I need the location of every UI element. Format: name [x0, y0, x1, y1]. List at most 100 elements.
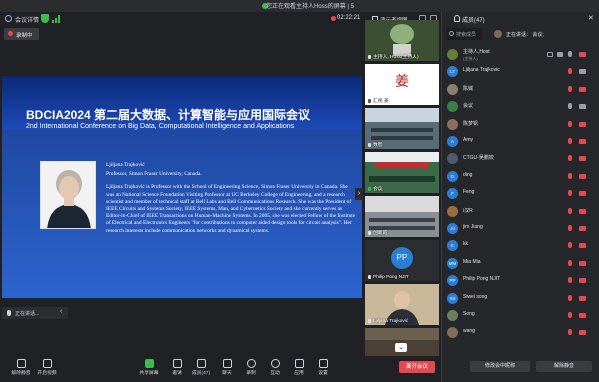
video-tile[interactable]: 主持人, Hoss(主持人) — [365, 20, 439, 61]
search-icon — [449, 31, 454, 36]
participant-row[interactable]: 主持人,Host (主持人) — [446, 48, 598, 62]
rename-button[interactable]: 修改会中昵称 — [470, 361, 530, 372]
participant-row[interactable]: i汉R — [446, 205, 598, 219]
camera-off-icon[interactable] — [579, 86, 586, 92]
participant-row[interactable]: SS Siwei song — [446, 292, 598, 306]
microphone-muted-icon[interactable] — [568, 277, 572, 284]
toolbar-button-2[interactable]: 共享屏幕 — [136, 358, 162, 380]
avatar — [447, 49, 458, 60]
camera-off-icon[interactable] — [579, 295, 586, 301]
microphone-muted-icon[interactable] — [568, 138, 572, 144]
camera-off-icon[interactable] — [579, 243, 586, 249]
more-options-icon[interactable] — [557, 52, 563, 57]
toolbar-button-8[interactable]: 应用 — [286, 358, 312, 380]
camera-off-icon — [42, 359, 52, 368]
leave-meeting-button[interactable]: 离开会议 — [399, 361, 435, 373]
toolbar-button-label: 共享屏幕 — [139, 371, 159, 376]
unmute-all-button[interactable]: 解除静音 — [536, 361, 592, 372]
microphone-muted-icon[interactable] — [568, 68, 572, 75]
microphone-muted-icon[interactable] — [568, 259, 572, 266]
participant-name: Philip Pong NJIT — [463, 276, 501, 283]
video-tile[interactable]: 创新的 — [365, 196, 439, 237]
avatar — [447, 118, 458, 130]
video-tile-active-speaker[interactable]: 会议 — [365, 152, 439, 193]
camera-off-icon[interactable] — [579, 191, 586, 197]
participant-row[interactable]: 陈梦钒 — [446, 118, 598, 132]
microphone-muted-icon[interactable] — [568, 190, 572, 197]
record-icon — [246, 359, 256, 368]
toolbar-button-3[interactable]: 邀请 — [164, 358, 190, 380]
microphone-muted-icon[interactable] — [568, 207, 572, 214]
microphone-muted-icon[interactable] — [568, 85, 572, 92]
toolbar-button-9[interactable]: 设置 — [310, 358, 336, 380]
participant-row[interactable]: wang — [446, 326, 598, 340]
security-shield-icon[interactable] — [41, 14, 49, 23]
microphone-muted-icon[interactable] — [568, 329, 572, 336]
toolbar-button-label: 邀请 — [172, 371, 182, 376]
participant-row[interactable]: MM Mia Mia — [446, 257, 598, 271]
collapse-chevron-icon[interactable]: ‹ — [60, 308, 62, 315]
toolbar-button-4[interactable]: 成员(47) — [188, 358, 214, 380]
toolbar-button-label: 解除静音 — [11, 371, 31, 376]
participant-row[interactable]: JJ jim Jiang — [446, 222, 598, 236]
participant-row[interactable]: PP Philip Pong NJIT — [446, 274, 598, 288]
camera-off-icon[interactable] — [579, 52, 586, 57]
participants-search-input[interactable]: 搜索成员 — [446, 28, 482, 40]
meeting-info-button[interactable]: 会议详情 — [15, 15, 39, 24]
camera-off-icon[interactable] — [579, 278, 586, 284]
camera-off-icon[interactable] — [579, 330, 586, 336]
video-tile[interactable]: Ljiljana Trajković — [365, 284, 439, 325]
camera-icon[interactable] — [579, 69, 586, 75]
participant-row[interactable]: 陈铖 — [446, 83, 598, 97]
microphone-icon[interactable] — [568, 103, 572, 110]
participant-row[interactable]: Kkk — [446, 239, 598, 253]
avatar: D — [447, 170, 458, 182]
avatar: MM — [447, 257, 458, 269]
microphone-muted-icon[interactable] — [568, 242, 572, 249]
toolbar-button-6[interactable]: 录制 — [238, 358, 264, 380]
microphone-muted-icon[interactable] — [568, 225, 572, 231]
camera-off-icon[interactable] — [579, 226, 586, 231]
participant-row[interactable]: A Amy — [446, 135, 598, 149]
toolbar-button-label: 应用 — [294, 371, 304, 376]
network-signal-icon[interactable] — [52, 15, 60, 23]
camera-off-icon[interactable] — [579, 173, 586, 179]
next-page-chevron-icon[interactable]: › — [355, 188, 363, 200]
video-tile[interactable]: 数智 — [365, 108, 439, 149]
avatar — [447, 101, 458, 113]
microphone-muted-icon[interactable] — [568, 294, 572, 301]
toolbar-button-7[interactable]: 互动 — [262, 358, 288, 380]
microphone-muted-icon[interactable] — [568, 155, 572, 162]
microphone-muted-icon[interactable] — [568, 172, 572, 179]
camera-icon[interactable] — [579, 104, 586, 110]
participant-name: 会议 — [463, 103, 474, 110]
toolbar-button-5[interactable]: 聊天 — [214, 358, 240, 380]
participant-row[interactable]: F Feng — [446, 187, 598, 201]
video-tile[interactable]: PP Philip Pong NJIT — [365, 240, 439, 281]
camera-off-icon[interactable] — [579, 156, 586, 162]
participant-row[interactable]: LT Ljiljana Trajkovic — [446, 65, 598, 79]
toolbar-button-1[interactable]: 开启视频 — [34, 358, 60, 380]
video-tile[interactable]: 姜 汇视 姜 — [365, 64, 439, 105]
toolbar-button-0[interactable]: 解除静音 — [8, 358, 34, 380]
participant-row[interactable]: Dding — [446, 170, 598, 184]
tile-name: 创新的 — [373, 231, 388, 236]
info-icon[interactable] — [5, 15, 12, 22]
microphone-icon[interactable] — [568, 51, 572, 57]
scroll-down-chevron-icon[interactable]: ⌄ — [395, 343, 407, 352]
participant-row[interactable]: CTGU-吴鹏姣 — [446, 152, 598, 166]
participant-row[interactable]: 会议 — [446, 100, 598, 114]
camera-off-icon[interactable] — [579, 208, 586, 214]
participant-row[interactable]: Song — [446, 309, 598, 323]
microphone-muted-icon[interactable] — [568, 120, 572, 127]
close-icon[interactable]: ✕ — [588, 14, 594, 22]
camera-off-icon[interactable] — [579, 313, 586, 318]
slide-title: BDCIA2024 第二届大数据、计算智能与应用国际会议 — [26, 108, 311, 122]
microphone-muted-icon[interactable] — [568, 312, 572, 318]
avatar — [447, 205, 458, 217]
participant-name: Siwei song — [463, 293, 488, 300]
camera-off-icon[interactable] — [579, 121, 586, 127]
recording-chip[interactable]: 录制中 — [4, 28, 39, 40]
camera-off-icon[interactable] — [579, 260, 586, 266]
camera-off-icon[interactable] — [579, 139, 586, 144]
